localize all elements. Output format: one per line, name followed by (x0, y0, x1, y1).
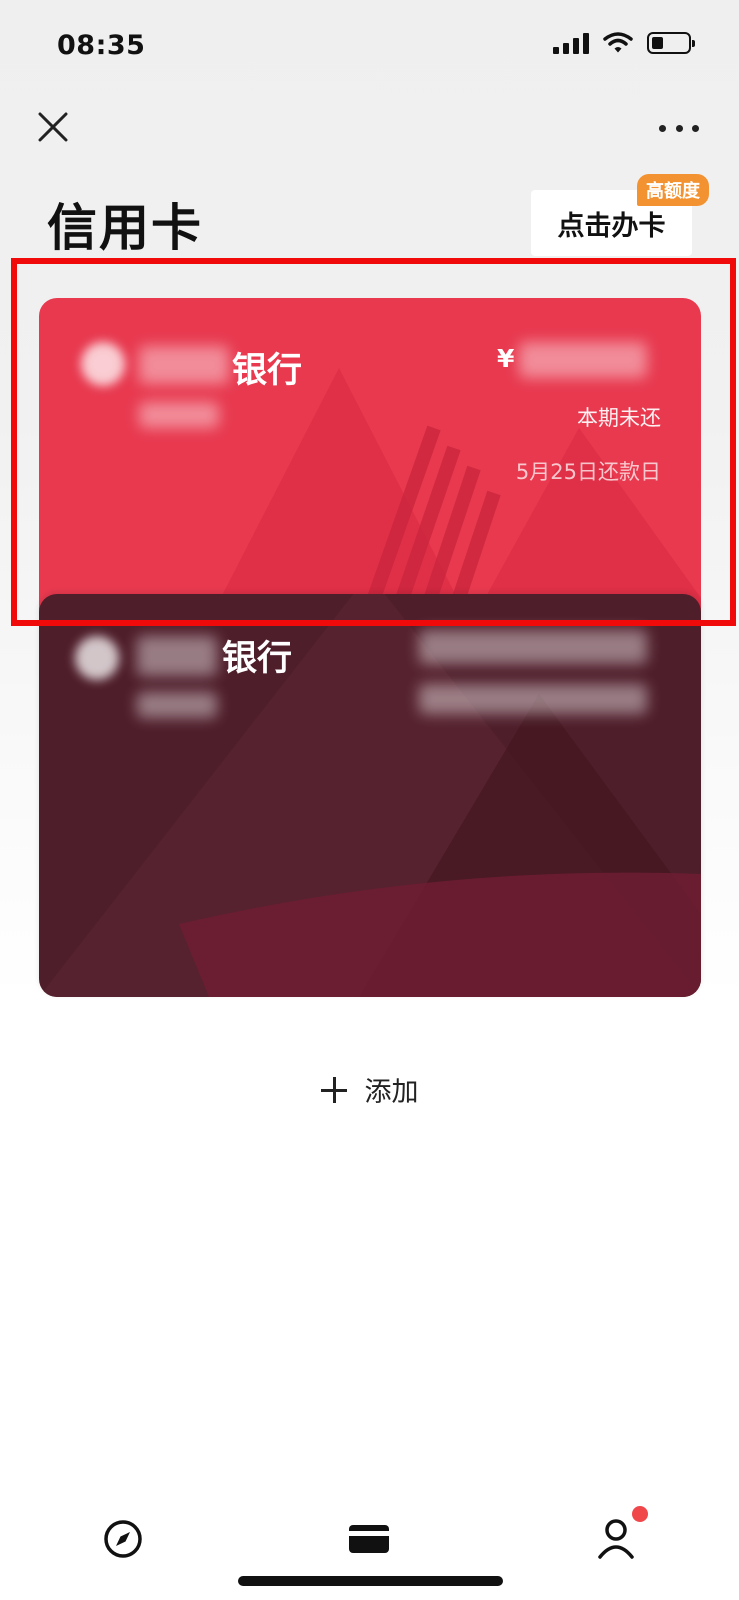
currency-symbol: ¥ (497, 344, 515, 373)
more-options-button[interactable] (659, 118, 699, 138)
signal-icon (553, 32, 589, 54)
due-date: 5月25日还款日 (515, 460, 661, 484)
home-indicator (238, 1576, 503, 1586)
bank-logo-icon (75, 636, 119, 680)
compass-icon[interactable] (101, 1517, 145, 1561)
bill-status: 本期未还 (577, 406, 661, 430)
bank-name: 银行 (222, 639, 293, 679)
battery-icon (647, 32, 695, 54)
wallet-screen: 08:35 信用卡 点击办卡 高额度 银行 ¥ 本期未还 5月25日还款日 银行… (0, 0, 739, 1600)
amount-mask (519, 342, 647, 378)
card-info-mask (419, 684, 647, 714)
add-card-button[interactable]: 添加 (0, 1070, 739, 1109)
add-label: 添加 (364, 1077, 419, 1108)
plus-icon (320, 1076, 347, 1103)
page-title: 信用卡 (47, 199, 203, 257)
bank-name: 银行 (232, 351, 303, 391)
user-icon[interactable] (596, 1517, 640, 1561)
bank-name-mask (139, 346, 229, 384)
credit-card-2[interactable]: 银行 (39, 594, 701, 997)
card-number-mask (137, 692, 217, 718)
bank-logo-icon (81, 342, 125, 386)
status-icons (553, 32, 695, 54)
high-limit-badge: 高额度 (637, 174, 709, 206)
card-number-mask (139, 402, 219, 428)
wifi-icon (603, 32, 633, 53)
status-time: 08:35 (57, 30, 146, 61)
card-icon[interactable] (347, 1517, 391, 1561)
close-icon[interactable] (34, 108, 74, 148)
notification-dot (632, 1506, 648, 1522)
bank-name-mask (137, 636, 217, 676)
card-info-mask (419, 630, 647, 664)
